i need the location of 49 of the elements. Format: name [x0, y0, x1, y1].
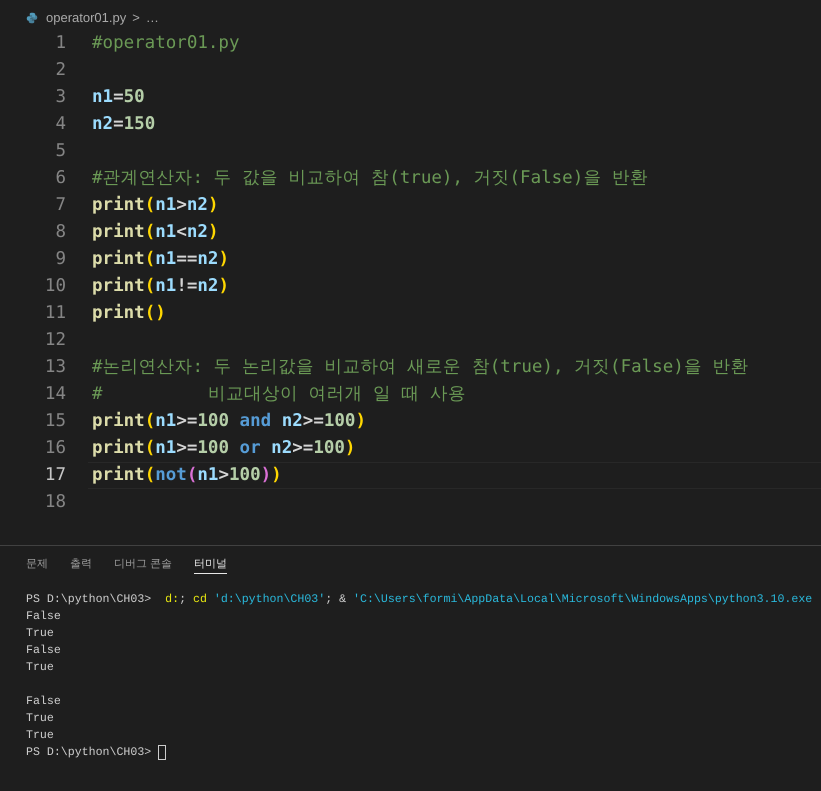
- terminal-line: False: [26, 694, 61, 710]
- line-number: 16: [44, 437, 66, 460]
- code-line: print(n1>n2): [92, 194, 218, 218]
- line-number: 2: [54, 59, 66, 82]
- breadcrumb-file[interactable]: operator01.py: [46, 8, 126, 28]
- panel-tab[interactable]: 문제: [26, 556, 48, 574]
- code-line: print(n1==n2): [92, 248, 230, 272]
- line-number: 13: [44, 356, 66, 380]
- line-number: 3: [54, 86, 66, 110]
- code-line: n1=50: [92, 86, 145, 110]
- line-number: 12: [44, 329, 66, 352]
- code-line: #관계연산자: 두 값을 비교하여 참(true), 거짓(False)을 반환: [92, 167, 648, 190]
- code-line: print(n1>=100 and n2>=100): [92, 410, 366, 434]
- terminal-line: False: [26, 642, 61, 659]
- breadcrumb-more[interactable]: …: [146, 8, 159, 28]
- terminal-line: True: [26, 626, 54, 642]
- code-line: #operator01.py: [92, 32, 240, 56]
- terminal-line: PS D:\python\CH03> d:; cd 'd:\python\CH03'; & 'C:\Users\formi\AppData\Local\Microsoft\WindowsApps\python3.10.exe: [26, 592, 812, 608]
- line-number: 17: [44, 464, 66, 488]
- line-number: 11: [44, 302, 66, 326]
- code-line: n2=150: [92, 113, 156, 136]
- panel-tab[interactable]: 디버그 콘솔: [114, 556, 172, 574]
- terminal-line: True: [26, 660, 54, 676]
- line-number: 8: [54, 221, 66, 244]
- panel-tab[interactable]: 터미널: [194, 556, 228, 574]
- line-number: 5: [54, 140, 66, 164]
- terminal-line: PS D:\python\CH03>: [26, 744, 152, 761]
- terminal-line: True: [26, 710, 54, 727]
- line-number: 10: [44, 275, 66, 298]
- code-line: #논리연산자: 두 논리값을 비교하여 새로운 참(true), 거짓(False)을 반환: [92, 356, 748, 380]
- line-number: 4: [54, 113, 66, 136]
- line-number: 18: [44, 491, 66, 514]
- line-number: 15: [44, 410, 66, 434]
- code-line: print(): [92, 302, 166, 326]
- code-line: print(n1!=n2): [92, 275, 230, 298]
- panel-tab[interactable]: 출력: [70, 556, 92, 574]
- code-line: print(n1<n2): [92, 221, 218, 244]
- line-number: 14: [44, 383, 66, 406]
- code-line: # 비교대상이 여러개 일 때 사용: [92, 383, 466, 406]
- line-number: 1: [54, 32, 66, 56]
- line-number: 9: [54, 248, 66, 272]
- terminal-line: False: [26, 608, 61, 625]
- line-number: 6: [54, 167, 66, 190]
- terminal-line: True: [26, 728, 54, 744]
- code-line: print(not(n1>100)): [92, 464, 282, 488]
- code-line: print(n1>=100 or n2>=100): [92, 437, 356, 460]
- line-number: 7: [54, 194, 66, 218]
- python-file-icon: [26, 12, 38, 24]
- breadcrumb-separator: >: [131, 9, 141, 28]
